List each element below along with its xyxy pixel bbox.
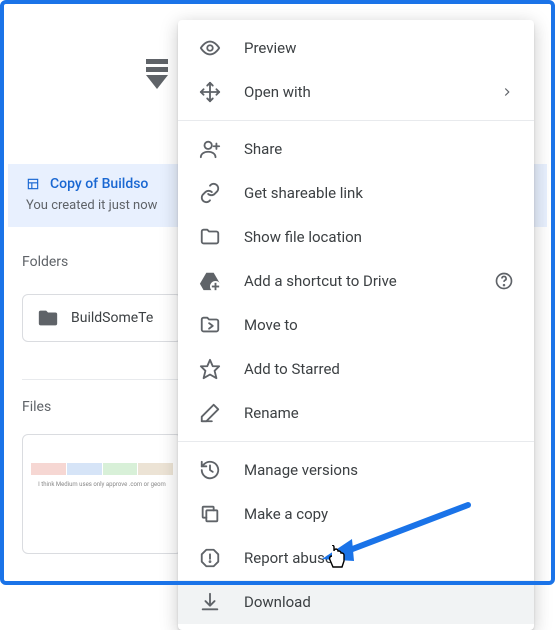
menu-item-manage-versions[interactable]: Manage versions (178, 448, 534, 492)
menu-item-add-to-starred[interactable]: Add to Starred (178, 347, 534, 391)
sort-icon[interactable] (144, 59, 170, 89)
menu-divider (178, 441, 534, 442)
folders-section-label: Folders (22, 254, 68, 270)
menu-item-label: Open with (244, 83, 311, 101)
person-add-icon (198, 137, 222, 161)
folder-outline-icon (198, 225, 222, 249)
report-icon (198, 546, 222, 570)
file-caption: I think Medium uses only approve .com or… (23, 481, 181, 488)
copy-icon (198, 502, 222, 526)
folder-name: BuildSomeTe (71, 310, 153, 326)
menu-divider (178, 120, 534, 121)
files-section-label: Files (22, 399, 51, 415)
file-thumbnail (31, 463, 173, 475)
menu-item-label: Report abuse (244, 549, 333, 567)
menu-item-show-file-location[interactable]: Show file location (178, 215, 534, 259)
file-card[interactable]: I think Medium uses only approve .com or… (22, 434, 182, 554)
image-type-icon (26, 177, 40, 191)
banner-title: Copy of Buildso (50, 176, 148, 192)
menu-item-report-abuse[interactable]: Report abuse (178, 536, 534, 580)
link-icon (198, 181, 222, 205)
folder-card[interactable]: BuildSomeTe (22, 294, 182, 342)
chevron-right-icon (500, 85, 514, 99)
history-icon (198, 458, 222, 482)
menu-item-move-to[interactable]: Move to (178, 303, 534, 347)
help-icon[interactable] (494, 271, 514, 291)
menu-item-add-a-shortcut-to-drive[interactable]: Add a shortcut to Drive (178, 259, 534, 303)
menu-item-label: Show file location (244, 228, 362, 246)
menu-item-download[interactable]: Download (178, 580, 534, 624)
drive-add-icon (198, 269, 222, 293)
context-menu: Preview Open with Share Get shareable link S… (178, 20, 534, 630)
menu-item-make-a-copy[interactable]: Make a copy (178, 492, 534, 536)
menu-item-label: Move to (244, 316, 298, 334)
menu-item-label: Add to Starred (244, 360, 340, 378)
menu-item-preview[interactable]: Preview (178, 26, 534, 70)
menu-item-open-with[interactable]: Open with (178, 70, 534, 114)
menu-item-label: Make a copy (244, 505, 328, 523)
folder-move-icon (198, 313, 222, 337)
menu-item-label: Download (244, 593, 311, 611)
menu-item-label: Preview (244, 39, 296, 57)
folder-icon (37, 307, 59, 329)
menu-item-label: Get shareable link (244, 184, 363, 202)
menu-item-label: Add a shortcut to Drive (244, 272, 397, 290)
eye-icon (198, 36, 222, 60)
menu-item-rename[interactable]: Rename (178, 391, 534, 435)
menu-item-label: Rename (244, 404, 299, 422)
menu-item-share[interactable]: Share (178, 127, 534, 171)
star-outline-icon (198, 357, 222, 381)
rename-icon (198, 401, 222, 425)
menu-item-label: Manage versions (244, 461, 358, 479)
download-icon (198, 590, 222, 614)
move-arrows-icon (198, 80, 222, 104)
menu-item-label: Share (244, 140, 282, 158)
menu-item-get-shareable-link[interactable]: Get shareable link (178, 171, 534, 215)
